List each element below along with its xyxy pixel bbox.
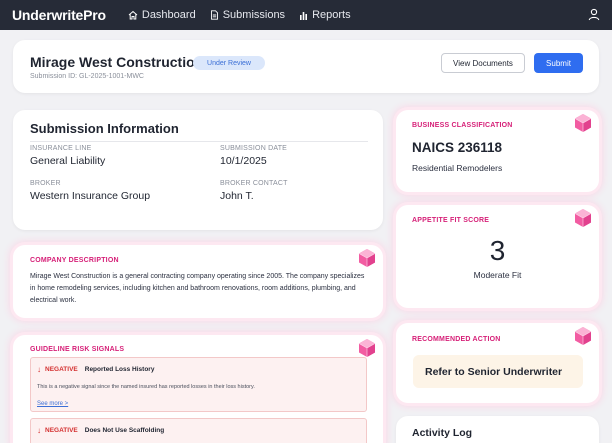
submission-date-value: 10/1/2025 xyxy=(220,155,267,167)
broker-contact-value: John T. xyxy=(220,190,254,202)
arrow-down-icon: ↓ xyxy=(37,426,41,435)
top-nav: UnderwritePro Dashboard Submissions Repo… xyxy=(0,0,612,30)
arrow-down-icon: ↓ xyxy=(37,365,41,374)
company-name: Mirage West Construction xyxy=(30,54,204,70)
section-title: COMPANY DESCRIPTION xyxy=(30,257,119,264)
naics-description: Residential Remodelers xyxy=(412,163,503,173)
nav-label: Submissions xyxy=(222,9,286,21)
status-badge: Under Review xyxy=(193,56,265,70)
submission-info-card: Submission Information INSURANCE LINE Ge… xyxy=(13,110,383,230)
nav-item-reports[interactable]: Reports xyxy=(299,9,351,21)
divider xyxy=(30,141,368,142)
submission-id: Submission ID: GL-2025-1001-MWC xyxy=(30,73,144,80)
company-description-card: COMPANY DESCRIPTION Mirage West Construc… xyxy=(13,245,383,318)
risk-signal-item: ↓ NEGATIVE Does Not Use Scaffolding xyxy=(30,418,367,443)
signal-description: This is a negative signal since the name… xyxy=(37,384,255,390)
ai-gem-icon xyxy=(574,114,592,132)
risk-signals-card: GUIDELINE RISK SIGNALS ↓ NEGATIVE Report… xyxy=(13,335,383,443)
broker-label: BROKER xyxy=(30,180,61,187)
section-title: Activity Log xyxy=(412,427,473,439)
nav-label: Dashboard xyxy=(141,9,196,21)
signal-title: Does Not Use Scaffolding xyxy=(84,427,165,434)
user-icon[interactable] xyxy=(588,8,600,21)
business-classification-card: BUSINESS CLASSIFICATION NAICS 236118 Res… xyxy=(396,110,599,192)
appetite-score: 3 xyxy=(489,235,506,266)
risk-signal-header: ↓ NEGATIVE Does Not Use Scaffolding xyxy=(37,426,164,435)
view-documents-button[interactable]: View Documents xyxy=(441,53,525,73)
nav-label: Reports xyxy=(312,9,351,21)
section-title: Submission Information xyxy=(30,121,179,136)
risk-signal-item: ↓ NEGATIVE Reported Loss History This is… xyxy=(30,357,367,412)
signal-type: NEGATIVE xyxy=(45,366,78,373)
submission-date-label: SUBMISSION DATE xyxy=(220,145,288,152)
signal-type: NEGATIVE xyxy=(45,427,78,434)
nav-item-dashboard[interactable]: Dashboard xyxy=(128,9,196,21)
app-logo[interactable]: UnderwritePro xyxy=(12,7,106,23)
section-title: BUSINESS CLASSIFICATION xyxy=(412,122,513,129)
ai-gem-icon xyxy=(358,339,376,357)
document-icon xyxy=(210,10,218,20)
home-icon xyxy=(128,10,138,20)
broker-value: Western Insurance Group xyxy=(30,190,151,202)
company-description-text: Mirage West Construction is a general co… xyxy=(30,273,365,304)
insurance-line-value: General Liability xyxy=(30,155,106,167)
section-title: RECOMMENDED ACTION xyxy=(412,336,501,343)
ai-gem-icon xyxy=(574,209,592,227)
risk-signal-header: ↓ NEGATIVE Reported Loss History xyxy=(37,365,154,374)
broker-contact-label: BROKER CONTACT xyxy=(220,180,288,187)
ai-gem-icon xyxy=(358,249,376,267)
signal-title: Reported Loss History xyxy=(84,366,155,373)
ai-gem-icon xyxy=(574,327,592,345)
naics-code: NAICS 236118 xyxy=(412,140,503,155)
nav-item-submissions[interactable]: Submissions xyxy=(210,9,285,21)
submit-button[interactable]: Submit xyxy=(534,53,583,73)
recommended-action-value: Refer to Senior Underwriter xyxy=(413,355,583,388)
section-title: APPETITE FIT SCORE xyxy=(412,217,490,224)
activity-log-card: Activity Log xyxy=(396,416,599,443)
see-more-link[interactable]: See more > xyxy=(37,401,68,407)
recommended-action-card: RECOMMENDED ACTION Refer to Senior Under… xyxy=(396,323,599,403)
submission-header-card: Mirage West Construction Submission ID: … xyxy=(13,40,599,93)
insurance-line-label: INSURANCE LINE xyxy=(30,145,92,152)
bar-chart-icon xyxy=(300,11,308,20)
appetite-fit-card: APPETITE FIT SCORE 3 Moderate Fit xyxy=(396,205,599,308)
section-title: GUIDELINE RISK SIGNALS xyxy=(30,346,125,353)
appetite-label: Moderate Fit xyxy=(473,270,522,280)
